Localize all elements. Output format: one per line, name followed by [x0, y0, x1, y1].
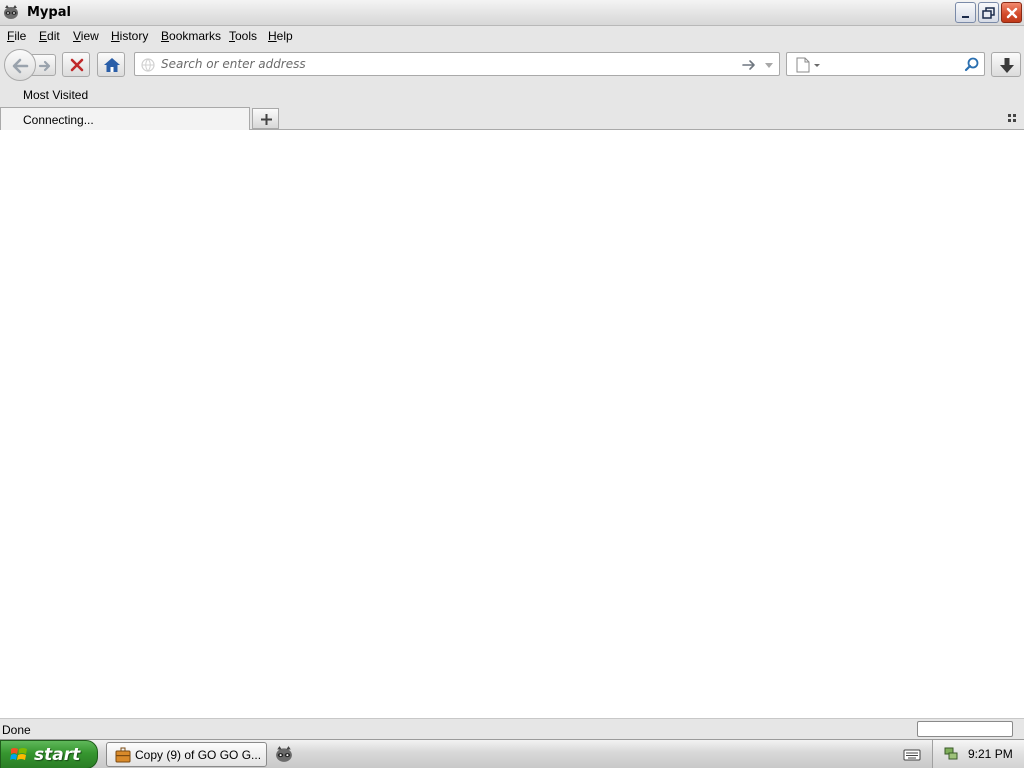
menu-history[interactable]: History — [111, 29, 148, 43]
status-text: Done — [2, 723, 31, 737]
globe-icon — [141, 58, 155, 72]
tab-strip: Connecting... — [0, 105, 1024, 130]
address-input[interactable] — [161, 55, 731, 73]
start-label: start — [34, 745, 81, 765]
menu-label: istory — [119, 29, 149, 43]
bookmarks-toolbar: Most Visited — [0, 83, 1024, 105]
menu-edit[interactable]: Edit — [39, 29, 60, 43]
search-input[interactable] — [825, 55, 963, 73]
windows-logo-icon — [10, 748, 27, 760]
search-bar[interactable] — [786, 52, 985, 76]
system-tray: 9:21 PM — [932, 740, 1024, 768]
go-arrow-icon[interactable] — [741, 57, 757, 73]
menu-label: ookmarks — [169, 29, 222, 43]
back-button[interactable] — [4, 49, 36, 81]
home-icon — [104, 58, 120, 72]
status-progress-meter — [917, 721, 1013, 737]
downloads-button[interactable] — [991, 52, 1021, 77]
tab-active[interactable]: Connecting... — [0, 107, 250, 130]
window-title: Mypal — [27, 5, 71, 20]
tab-title: Connecting... — [23, 113, 94, 127]
menu-accel: B — [161, 29, 170, 43]
menu-label: ile — [14, 29, 27, 43]
download-arrow-icon — [1000, 58, 1014, 73]
page-content[interactable] — [0, 130, 1024, 718]
menu-view[interactable]: View — [73, 29, 99, 43]
keyboard-icon[interactable] — [903, 747, 921, 761]
network-icon[interactable] — [943, 745, 959, 761]
menu-file[interactable]: File — [7, 29, 26, 43]
clock: 9:21 PM — [968, 747, 1013, 761]
close-button[interactable] — [1001, 2, 1022, 23]
menu-accel: V — [73, 29, 81, 43]
menu-label: ools — [235, 29, 258, 43]
stop-x-icon — [70, 58, 84, 72]
restore-icon — [982, 7, 995, 19]
menu-label: elp — [276, 29, 293, 43]
search-engine-selector-icon[interactable] — [791, 56, 823, 74]
menu-label: dit — [47, 29, 60, 43]
new-tab-button[interactable] — [252, 108, 279, 129]
taskbar: start Copy (9) of GO GO G... 9:21 PM — [0, 739, 1024, 768]
taskbar-item[interactable]: Copy (9) of GO GO G... — [106, 742, 267, 767]
back-arrow-icon — [12, 58, 29, 74]
plus-icon — [261, 114, 272, 125]
menu-accel: H — [111, 29, 120, 43]
minimize-button[interactable] — [955, 2, 976, 23]
search-magnifier-icon[interactable] — [963, 56, 981, 74]
menu-accel: E — [39, 29, 48, 43]
address-bar[interactable] — [134, 52, 780, 76]
menu-label: iew — [80, 29, 99, 43]
menu-bookmarks[interactable]: Bookmarks — [161, 29, 221, 43]
restore-button[interactable] — [978, 2, 999, 23]
title-bar[interactable]: Mypal — [0, 0, 1024, 26]
status-bar: Done — [0, 718, 1024, 739]
bookmark-most-visited[interactable]: Most Visited — [23, 88, 88, 102]
menu-bar: File Edit View History Bookmarks Tools H… — [0, 26, 1024, 47]
minimize-icon — [962, 16, 969, 18]
briefcase-icon — [115, 747, 131, 763]
start-button[interactable]: start — [0, 740, 98, 768]
menu-tools[interactable]: Tools — [229, 29, 257, 43]
menu-help[interactable]: Help — [268, 29, 293, 43]
close-icon — [1006, 7, 1018, 19]
menu-accel: H — [268, 29, 277, 43]
history-dropdown-icon[interactable] — [762, 57, 776, 73]
stop-button[interactable] — [62, 52, 90, 77]
taskbar-item-label: Copy (9) of GO GO G... — [135, 748, 262, 762]
tab-list-icon[interactable] — [1005, 111, 1021, 125]
navigation-toolbar — [0, 47, 1024, 83]
mypal-raccoon-icon[interactable] — [275, 745, 293, 763]
mypal-raccoon-icon — [4, 5, 18, 19]
home-button[interactable] — [97, 52, 125, 77]
